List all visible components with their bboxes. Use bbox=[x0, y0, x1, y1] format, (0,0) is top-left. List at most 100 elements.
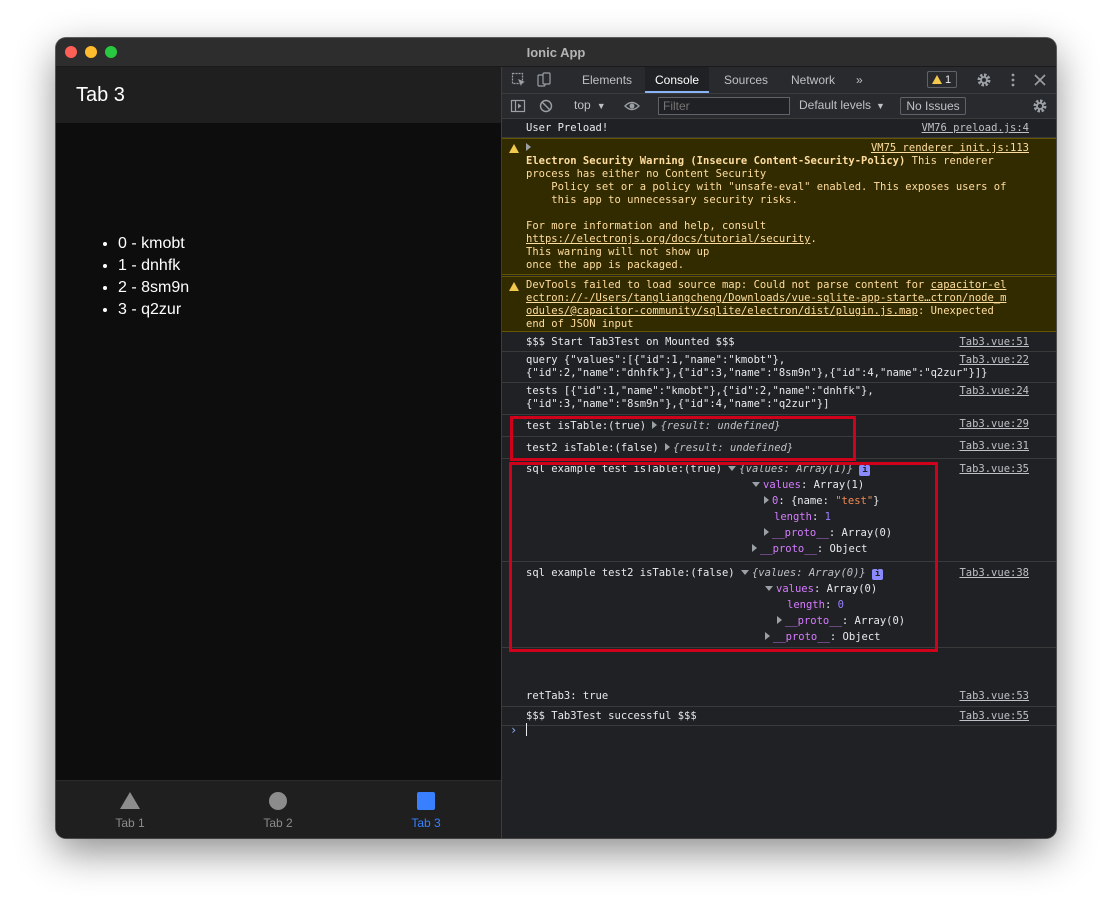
close-icon[interactable] bbox=[1032, 72, 1048, 88]
message-text: $$$ Tab3Test successful $$$ bbox=[526, 710, 697, 722]
prop-value: : Object bbox=[816, 543, 868, 555]
info-icon[interactable]: i bbox=[872, 569, 884, 580]
source-link[interactable]: Tab3.vue:51 bbox=[959, 336, 1029, 349]
object-preview[interactable]: {result: undefined} bbox=[660, 420, 780, 432]
message-text: sql example test2 isTable:(false) bbox=[526, 567, 741, 579]
warning-message: DevTools failed to load source map: Coul… bbox=[502, 276, 1056, 332]
source-link[interactable]: Tab3.vue:24 bbox=[959, 385, 1029, 398]
context-selector[interactable]: top ▼ bbox=[574, 98, 606, 112]
source-link[interactable]: Tab3.vue:31 bbox=[959, 440, 1029, 453]
message-line: DevTools failed to load source map: Coul… bbox=[526, 279, 1006, 292]
console-message: $$$ Tab3Test successful $$$ Tab3.vue:55 bbox=[502, 707, 1056, 726]
more-tabs-icon[interactable]: » bbox=[846, 67, 873, 93]
source-map-link[interactable]: ectron://-/Users/tangliangcheng/Download… bbox=[526, 292, 1006, 305]
kebab-menu-icon[interactable] bbox=[1005, 72, 1021, 88]
expand-arrow[interactable] bbox=[526, 142, 534, 155]
tab-3[interactable]: Tab 3 bbox=[352, 781, 500, 838]
source-link[interactable]: Tab3.vue:29 bbox=[959, 418, 1029, 431]
tab-2[interactable]: Tab 2 bbox=[204, 781, 352, 838]
prop-key: __proto__ bbox=[773, 631, 830, 643]
list-item: 0 - kmobt bbox=[118, 233, 189, 255]
message-line: {"id":3,"name":"8sm9n"},{"id":4,"name":"… bbox=[526, 398, 830, 410]
tab-label: Tab 2 bbox=[263, 816, 293, 830]
object-preview[interactable]: {values: Array(0)} bbox=[752, 567, 866, 579]
console-message: sql example test isTable:(true) {values:… bbox=[502, 460, 1056, 562]
info-icon[interactable]: i bbox=[859, 465, 871, 476]
filter-input[interactable] bbox=[658, 97, 790, 115]
message-line: tests [{"id":1,"name":"kmobt"},{"id":2,"… bbox=[526, 385, 874, 397]
tree-row[interactable]: __proto__: Array(0) bbox=[777, 615, 905, 628]
tree-row[interactable]: 0: {name: "test"} bbox=[764, 495, 880, 508]
prop-key: values bbox=[776, 583, 814, 595]
expand-arrow[interactable] bbox=[665, 443, 671, 451]
tree-row[interactable]: __proto__: Object bbox=[765, 631, 880, 644]
message-punct: . bbox=[810, 233, 817, 245]
source-map-link[interactable]: capacitor-el bbox=[931, 279, 1007, 291]
message-line: Policy set or a policy with "unsafe-eval… bbox=[526, 181, 1007, 193]
tab-elements[interactable]: Elements bbox=[572, 67, 642, 93]
prop-value: : Array(1) bbox=[800, 479, 865, 491]
source-link[interactable]: Tab3.vue:53 bbox=[959, 690, 1029, 703]
eye-icon[interactable] bbox=[624, 98, 640, 114]
chevron-down-icon: ▼ bbox=[876, 101, 885, 111]
tab-sources[interactable]: Sources bbox=[714, 67, 778, 93]
log-levels-label: Default levels bbox=[799, 98, 872, 112]
message-text: test isTable:(true) bbox=[526, 420, 653, 432]
message-line: this app to unnecessary security risks. bbox=[526, 194, 798, 206]
inspect-element-icon[interactable] bbox=[511, 72, 527, 88]
source-link[interactable]: Tab3.vue:35 bbox=[959, 463, 1029, 476]
tree-row[interactable]: __proto__: Array(0) bbox=[764, 527, 892, 540]
console-settings-icon[interactable] bbox=[1032, 98, 1048, 114]
object-preview[interactable]: {values: Array(1)} bbox=[739, 463, 853, 475]
source-link[interactable]: VM75 renderer_init.js:113 bbox=[871, 142, 1029, 155]
message-line: query {"values":[{"id":1,"name":"kmobt"}… bbox=[526, 354, 786, 366]
security-docs-link[interactable]: https://electronjs.org/docs/tutorial/sec… bbox=[526, 233, 810, 245]
list-item: 2 - 8sm9n bbox=[118, 277, 189, 299]
warning-icon bbox=[509, 144, 519, 153]
source-map-link[interactable]: odules/@capacitor-community/sqlite/elect… bbox=[526, 305, 918, 317]
app-header: Tab 3 bbox=[56, 67, 501, 123]
prop-key: length bbox=[774, 511, 812, 523]
message-line: test isTable:(true) {result: undefined} bbox=[526, 420, 781, 433]
prop-key: __proto__ bbox=[760, 543, 817, 555]
tree-row[interactable]: __proto__: Object bbox=[752, 543, 867, 556]
source-link[interactable]: Tab3.vue:55 bbox=[959, 710, 1029, 723]
log-levels-dropdown[interactable]: Default levels ▼ bbox=[799, 98, 885, 112]
console-message: sql example test2 isTable:(false) {value… bbox=[502, 562, 1056, 648]
tab-1[interactable]: Tab 1 bbox=[56, 781, 204, 838]
item-list: 0 - kmobt 1 - dnhfk 2 - 8sm9n 3 - q2zur bbox=[98, 233, 189, 321]
device-toolbar-icon[interactable] bbox=[536, 72, 552, 88]
clear-console-icon[interactable] bbox=[538, 98, 554, 114]
collapse-arrow[interactable] bbox=[740, 570, 749, 575]
warnings-badge[interactable]: 1 bbox=[927, 71, 957, 88]
issues-button[interactable]: No Issues bbox=[900, 97, 966, 115]
tab-console[interactable]: Console bbox=[645, 67, 710, 93]
gear-icon[interactable] bbox=[976, 72, 992, 88]
tree-row: length: 1 bbox=[774, 511, 831, 523]
message-line: {"id":2,"name":"dnhfk"},{"id":3,"name":"… bbox=[526, 367, 988, 379]
chevron-down-icon: ▼ bbox=[596, 101, 606, 111]
console-input[interactable] bbox=[526, 723, 527, 736]
console-prompt-icon: › bbox=[510, 723, 518, 737]
console-message: tests [{"id":1,"name":"kmobt"},{"id":2,"… bbox=[502, 383, 1056, 415]
message-line: odules/@capacitor-community/sqlite/elect… bbox=[526, 305, 994, 318]
source-link[interactable]: Tab3.vue:22 bbox=[959, 354, 1029, 367]
page-title: Tab 3 bbox=[76, 84, 125, 106]
collapse-arrow[interactable] bbox=[728, 466, 737, 471]
tree-row[interactable]: values: Array(1) bbox=[752, 479, 864, 492]
source-link[interactable]: VM76 preload.js:4 bbox=[922, 122, 1029, 135]
tree-row[interactable]: values: Array(0) bbox=[765, 583, 877, 596]
tab-network[interactable]: Network bbox=[781, 67, 845, 93]
warning-icon bbox=[932, 75, 942, 84]
app-window: Ionic App Tab 3 0 - kmobt 1 - dnhfk 2 - … bbox=[56, 38, 1056, 838]
expand-arrow[interactable] bbox=[652, 421, 658, 429]
prop-key: length bbox=[787, 599, 825, 611]
sidebar-toggle-icon[interactable] bbox=[510, 98, 526, 114]
console-message: query {"values":[{"id":1,"name":"kmobt"}… bbox=[502, 352, 1056, 383]
console-message: test isTable:(true) {result: undefined} … bbox=[502, 415, 1056, 437]
source-link[interactable]: Tab3.vue:38 bbox=[959, 567, 1029, 580]
object-preview[interactable]: {result: undefined} bbox=[673, 442, 793, 454]
message-line: process has either no Content Security bbox=[526, 168, 767, 180]
message-text: retTab3: true bbox=[526, 690, 609, 702]
prop-key: __proto__ bbox=[772, 527, 829, 539]
